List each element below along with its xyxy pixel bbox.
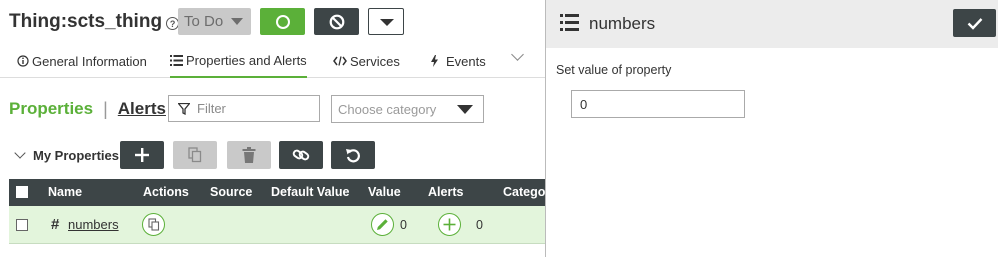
page-title: Thing: scts_thing ? — [9, 8, 180, 36]
filter-placeholder: Filter — [197, 101, 226, 116]
column-header-actions[interactable]: Actions — [143, 179, 189, 206]
chevron-down-icon — [231, 18, 243, 25]
chevron-down-icon — [14, 147, 26, 159]
delete-property-button[interactable] — [227, 141, 271, 169]
filter-icon — [178, 103, 190, 115]
field-label: Set value of property — [556, 63, 672, 77]
check-icon — [967, 17, 982, 30]
column-header-name[interactable]: Name — [48, 179, 82, 206]
add-alert-button[interactable] — [438, 213, 461, 236]
cancel-button[interactable] — [314, 8, 359, 35]
row-checkbox[interactable] — [16, 219, 28, 231]
column-header-category[interactable]: Catego — [503, 179, 545, 206]
my-properties-toggle[interactable]: My Properties — [14, 141, 119, 169]
set-value-panel: numbers Set value of property — [546, 0, 998, 257]
edit-value-button[interactable] — [371, 213, 394, 236]
my-properties-label: My Properties — [33, 147, 119, 163]
link-icon — [292, 149, 310, 161]
state-label: To Do — [184, 13, 224, 30]
trash-icon — [242, 147, 256, 163]
tab-label: General Information — [32, 53, 147, 69]
tab-general-information[interactable]: General Information — [17, 44, 147, 78]
column-header-source[interactable]: Source — [210, 179, 252, 206]
copy-icon — [188, 147, 202, 163]
column-header-default-value[interactable]: Default Value — [271, 179, 350, 206]
thing-name: scts_thing — [67, 11, 163, 32]
category-placeholder: Choose category — [338, 101, 437, 117]
table-row[interactable]: # numbers 0 0 — [9, 206, 545, 244]
column-header-alerts[interactable]: Alerts — [428, 179, 463, 206]
plus-icon — [135, 148, 149, 162]
list-icon — [170, 54, 183, 66]
grid-header: Name Actions Source Default Value Value … — [9, 179, 545, 206]
bolt-icon — [431, 55, 438, 67]
caret-down-icon — [457, 105, 473, 114]
property-value: 0 — [400, 218, 407, 232]
tab-label: Properties and Alerts — [186, 52, 307, 68]
thing-editor: Thing: scts_thing ? To Do General Inform… — [0, 0, 545, 257]
plus-icon — [443, 218, 456, 231]
state-dropdown-button[interactable]: To Do — [178, 8, 251, 35]
tab-properties-and-alerts[interactable]: Properties and Alerts — [170, 44, 307, 78]
link-property-button[interactable] — [279, 141, 323, 169]
code-icon — [333, 56, 347, 66]
property-name-link[interactable]: numbers — [68, 217, 119, 232]
duplicate-property-button[interactable] — [173, 141, 217, 169]
column-header-value[interactable]: Value — [368, 179, 401, 206]
tab-bar: General Information Properties and Alert… — [0, 44, 545, 78]
list-icon — [560, 14, 579, 31]
category-select[interactable]: Choose category — [331, 95, 484, 123]
start-button[interactable] — [260, 8, 305, 35]
panel-title: numbers — [589, 14, 656, 33]
properties-link[interactable]: Properties — [9, 99, 93, 119]
caret-down-icon — [380, 19, 394, 26]
copy-icon — [147, 218, 159, 231]
property-value-input[interactable] — [571, 90, 745, 118]
undo-icon — [346, 149, 360, 163]
tab-services[interactable]: Services — [333, 44, 400, 78]
section-switcher: Properties | Alerts — [9, 97, 166, 121]
tab-label: Events — [446, 53, 486, 69]
info-circle-icon — [17, 55, 29, 67]
pencil-icon — [377, 219, 388, 230]
add-property-button[interactable] — [120, 141, 164, 169]
number-type-icon: # — [51, 216, 60, 233]
copy-action-button[interactable] — [142, 213, 165, 236]
tab-events[interactable]: Events — [430, 44, 486, 78]
ban-icon — [329, 14, 344, 29]
confirm-button[interactable] — [953, 9, 996, 37]
separator: | — [103, 98, 108, 119]
select-all-checkbox[interactable] — [16, 186, 28, 198]
alerts-count: 0 — [476, 218, 483, 232]
circle-icon — [275, 14, 290, 29]
more-actions-dropdown[interactable] — [368, 8, 404, 35]
thing-type-label: Thing: — [9, 11, 68, 32]
panel-header: numbers — [546, 0, 998, 48]
alerts-link[interactable]: Alerts — [118, 99, 166, 119]
tab-label: Services — [350, 53, 400, 69]
filter-input[interactable]: Filter — [168, 95, 320, 122]
refresh-button[interactable] — [331, 141, 375, 169]
chevron-down-icon[interactable] — [511, 48, 524, 61]
